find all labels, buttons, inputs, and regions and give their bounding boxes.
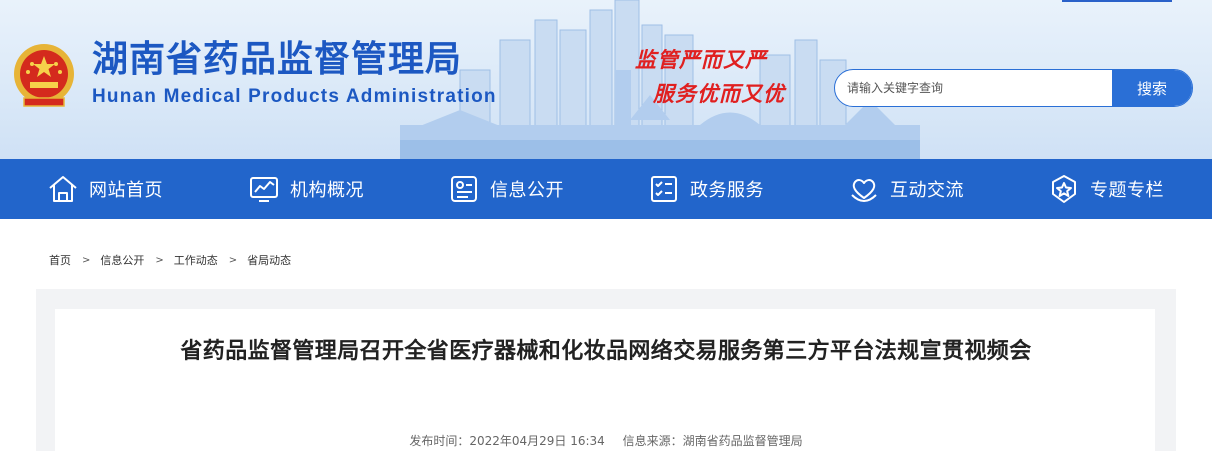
nav-label: 信息公开	[490, 180, 564, 201]
nav-label: 机构概况	[290, 180, 364, 201]
search-bar: 搜索	[834, 69, 1193, 107]
slogan-line-1: 监管严而又严	[635, 47, 767, 72]
article-meta: 发布时间：2022年04月29日 16:34 信息来源：湖南省药品监督管理局	[0, 432, 1212, 449]
nav-item-home[interactable]: 网站首页	[47, 159, 163, 219]
nav-item-interaction[interactable]: 互动交流	[848, 159, 964, 219]
breadcrumb-item-work-news[interactable]: 工作动态	[174, 252, 218, 268]
nav-item-topics[interactable]: 专题专栏	[1048, 159, 1164, 219]
breadcrumb-item-home[interactable]: 首页	[49, 252, 71, 268]
nav-item-services[interactable]: 政务服务	[648, 159, 764, 219]
breadcrumb-item-bureau-news[interactable]: 省局动态	[247, 252, 291, 268]
search-input[interactable]	[835, 70, 1113, 106]
main-nav: 网站首页 机构概况 信息公开 政务服务 互动交流 专题专栏	[0, 159, 1212, 219]
nav-label: 专题专栏	[1090, 180, 1164, 201]
nav-label: 政务服务	[690, 180, 764, 201]
star-badge-icon	[1048, 173, 1080, 205]
nav-item-info[interactable]: 信息公开	[448, 159, 564, 219]
nav-item-about[interactable]: 机构概况	[248, 159, 364, 219]
slogan-line-2: 服务优而又优	[653, 81, 785, 106]
breadcrumb: 首页 > 信息公开 > 工作动态 > 省局动态	[49, 252, 291, 268]
site-title: 湖南省药品监督管理局	[92, 39, 463, 80]
breadcrumb-separator: >	[228, 254, 238, 266]
search-button[interactable]: 搜索	[1112, 70, 1192, 106]
article-title: 省药品监督管理局召开全省医疗器械和化妆品网络交易服务第三方平台法规宣贯视频会	[180, 339, 1032, 364]
publish-time: 发布时间：2022年04月29日 16:34	[409, 434, 605, 448]
info-card-icon	[448, 173, 480, 205]
national-emblem-icon	[14, 44, 74, 107]
article-card	[55, 309, 1155, 451]
checklist-icon	[648, 173, 680, 205]
breadcrumb-item-info[interactable]: 信息公开	[100, 252, 144, 268]
site-subtitle-english: Hunan Medical Products Administration	[92, 86, 497, 107]
article-source: 信息来源：湖南省药品监督管理局	[622, 434, 803, 448]
nav-label: 互动交流	[890, 180, 964, 201]
breadcrumb-separator: >	[82, 254, 91, 266]
monitor-chart-icon	[248, 173, 280, 205]
nav-label: 网站首页	[89, 180, 163, 201]
heart-hands-icon	[848, 173, 880, 205]
breadcrumb-separator: >	[155, 254, 164, 266]
top-accent-line	[1062, 0, 1172, 2]
header-banner: 湖南省药品监督管理局 Hunan Medical Products Admini…	[0, 0, 1212, 159]
home-icon	[47, 173, 79, 205]
